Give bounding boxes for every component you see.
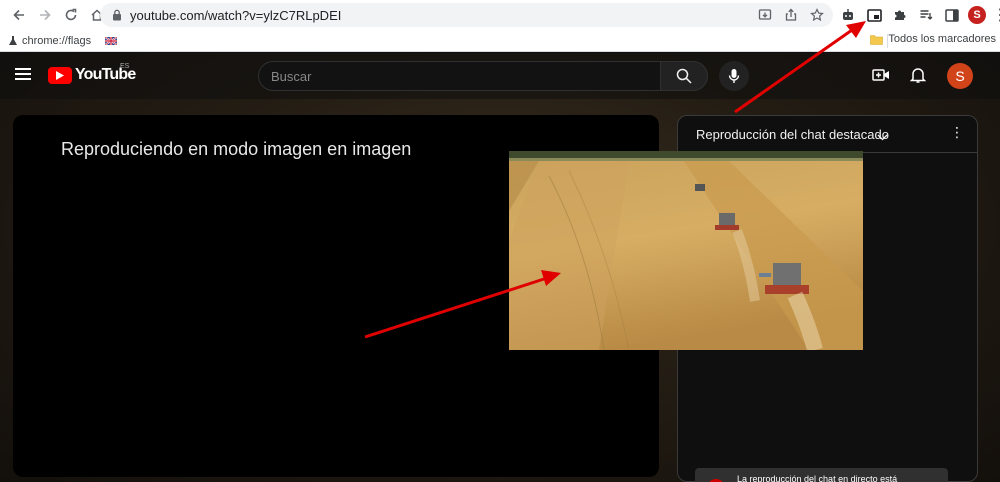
notifications-bell-icon[interactable] [907, 64, 929, 86]
pip-status-message: Reproduciendo en modo imagen en imagen [61, 139, 412, 159]
hamburger-icon[interactable] [15, 68, 31, 80]
screenshot: youtube.com/watch?v=ylzC7RLpDEI S ⋮ chro… [0, 0, 1000, 482]
all-bookmarks-folder[interactable]: Todos los marcadores [870, 33, 996, 45]
chat-mode-selector[interactable]: Reproducción del chat destacado [696, 127, 889, 142]
chevron-down-icon[interactable] [877, 128, 888, 146]
search-button[interactable] [660, 61, 708, 91]
region-code: ES [120, 63, 130, 70]
create-video-icon[interactable] [870, 64, 892, 86]
search-placeholder: Buscar [271, 69, 312, 84]
star-icon[interactable] [809, 7, 825, 23]
chat-header: Reproducción del chat destacado ⋮ [678, 116, 977, 153]
voice-search-button[interactable] [719, 61, 749, 91]
install-icon[interactable] [757, 7, 773, 23]
reading-list-icon[interactable] [916, 5, 936, 25]
youtube-play-icon [48, 66, 72, 84]
search-input[interactable]: Buscar [258, 61, 660, 91]
account-avatar[interactable]: S [947, 63, 973, 89]
bookmark-chrome-flags[interactable]: chrome://flags [8, 35, 91, 47]
picture-in-picture-icon[interactable] [864, 5, 884, 25]
folder-icon [870, 34, 884, 45]
side-panel-icon[interactable] [942, 5, 962, 25]
chat-notice-text: La reproducción del chat en directo está [737, 474, 898, 482]
address-bar[interactable]: youtube.com/watch?v=ylzC7RLpDEI [100, 3, 833, 27]
lock-icon[interactable] [110, 9, 124, 21]
share-icon[interactable] [783, 7, 799, 23]
profile-avatar[interactable]: S [968, 6, 986, 24]
uk-flag-icon [105, 36, 118, 45]
menu-icon[interactable]: ⋮ [992, 5, 1000, 25]
forward-icon[interactable] [32, 2, 58, 28]
flask-icon [9, 36, 17, 45]
chat-more-options-icon[interactable]: ⋮ [950, 124, 964, 141]
bookmark-uk[interactable] [105, 36, 118, 45]
bookmark-label: chrome://flags [22, 34, 92, 47]
puzzle-icon[interactable] [890, 5, 910, 25]
yt-header: YouTube ES Buscar S [0, 53, 1000, 99]
wheat-field-harvest-video-frame [509, 151, 863, 350]
youtube-logo[interactable]: YouTube ES [48, 63, 136, 84]
extension-robot-icon[interactable] [838, 5, 858, 25]
reload-icon[interactable] [58, 2, 84, 28]
mic-icon [728, 69, 740, 83]
chat-replay-notice: La reproducción del chat en directo está [695, 468, 948, 482]
browser-toolbar: youtube.com/watch?v=ylzC7RLpDEI S ⋮ [0, 0, 1000, 30]
back-icon[interactable] [6, 2, 32, 28]
picture-in-picture-window[interactable] [509, 151, 863, 350]
search-icon [676, 68, 692, 84]
all-bookmarks-label: Todos los marcadores [888, 33, 996, 45]
bookmarks-bar: chrome://flags Todos los marcadores [0, 30, 1000, 52]
url-text[interactable]: youtube.com/watch?v=ylzC7RLpDEI [130, 8, 341, 23]
